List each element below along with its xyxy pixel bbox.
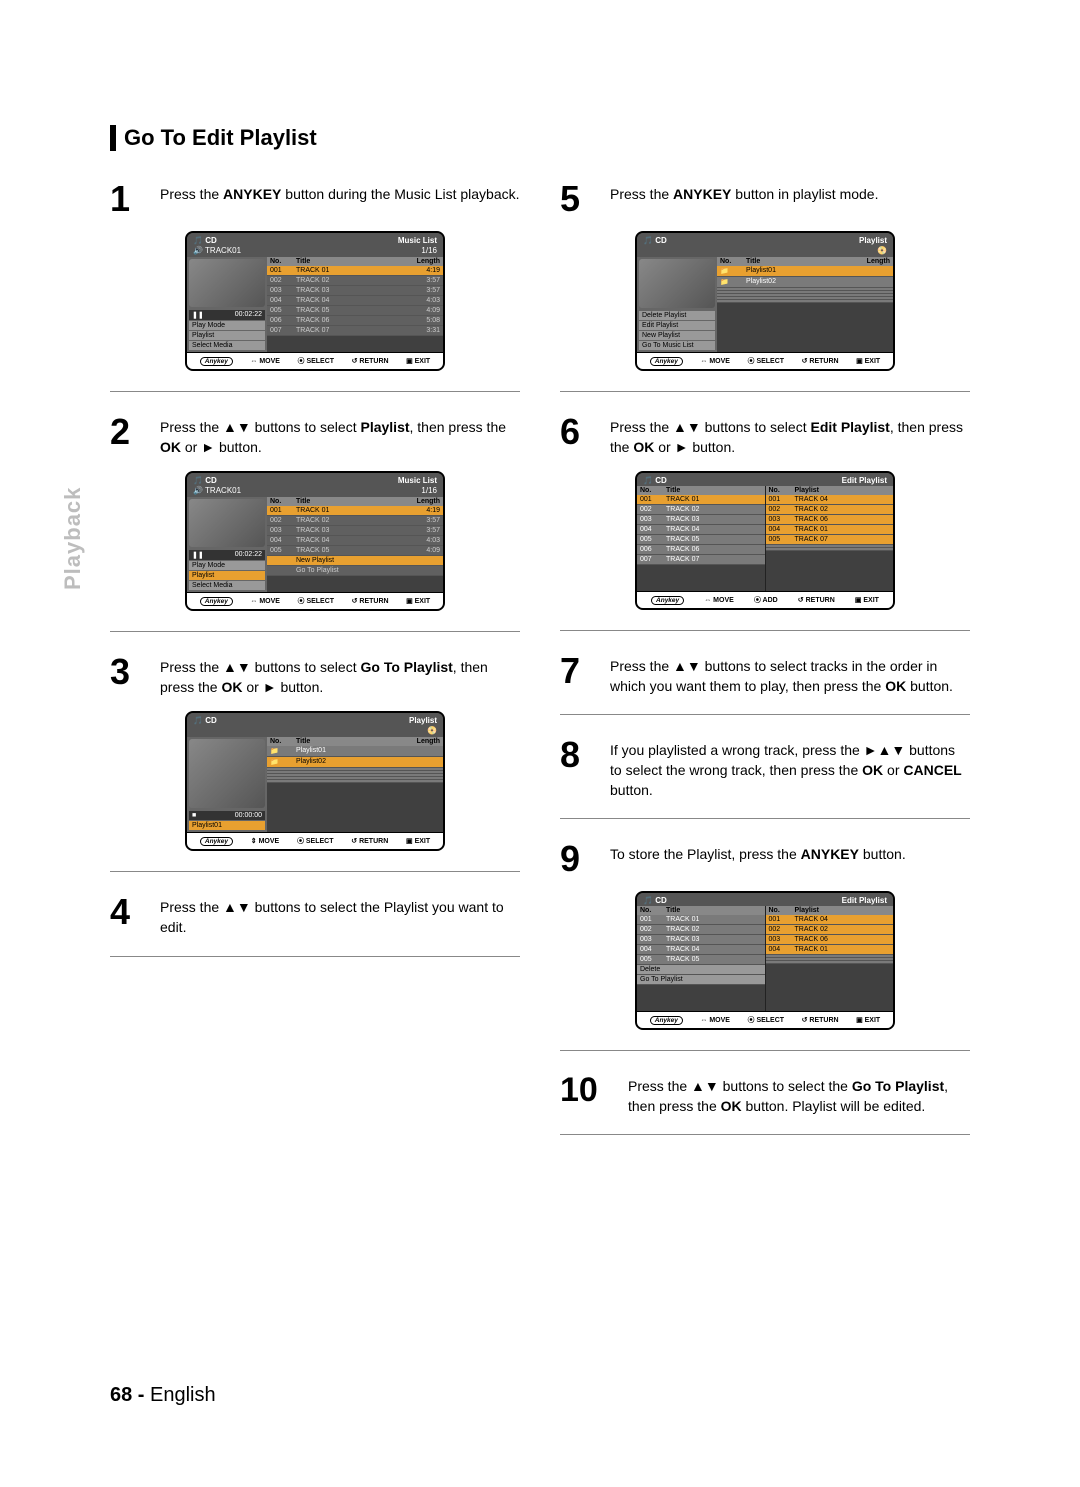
step-7: 7 Press the ▲▼ buttons to select tracks … — [560, 653, 970, 696]
page-content: Go To Edit Playlist 1 Press the ANYKEY b… — [110, 125, 970, 1157]
section-title-text: Go To Edit Playlist — [124, 125, 317, 151]
bar-icon — [110, 125, 116, 151]
right-column: 5 Press the ANYKEY button in playlist mo… — [560, 181, 970, 1157]
ui-edit-playlist-9: 🎵 CDEdit Playlist No.Title 001TRACK 01 0… — [635, 891, 895, 1030]
step-8: 8 If you playlisted a wrong track, press… — [560, 737, 970, 800]
step-9: 9 To store the Playlist, press the ANYKE… — [560, 841, 970, 877]
step-4: 4 Press the ▲▼ buttons to select the Pla… — [110, 894, 520, 937]
ui-music-list-2: 🎵 CDMusic List 🔊 TRACK011/16 ❚❚00:02:22 … — [185, 471, 445, 611]
ui-music-list-1: 🎵 CDMusic List 🔊 TRACK011/16 ❚❚00:02:22 … — [185, 231, 445, 371]
step-1: 1 Press the ANYKEY button during the Mus… — [110, 181, 520, 217]
left-column: 1 Press the ANYKEY button during the Mus… — [110, 181, 520, 1157]
ui-playlist-5: 🎵 CDPlaylist 📀 Delete Playlist Edit Play… — [635, 231, 895, 371]
ui-edit-playlist-6: 🎵 CDEdit Playlist No.Title 001TRACK 01 0… — [635, 471, 895, 610]
step-text: Press the ANYKEY button during the Music… — [160, 181, 520, 217]
step-3: 3 Press the ▲▼ buttons to select Go To P… — [110, 654, 520, 697]
step-num: 1 — [110, 181, 148, 217]
step-6: 6 Press the ▲▼ buttons to select Edit Pl… — [560, 414, 970, 457]
side-tab: Playback — [60, 487, 86, 590]
step-5: 5 Press the ANYKEY button in playlist mo… — [560, 181, 970, 217]
step-10: 10 Press the ▲▼ buttons to select the Go… — [560, 1073, 970, 1116]
page-footer: 68 - English — [110, 1384, 216, 1407]
section-title: Go To Edit Playlist — [110, 125, 970, 151]
ui-playlist-3: 🎵 CDPlaylist 📀 ■00:00:00 Playlist01 No.T… — [185, 711, 445, 851]
step-2: 2 Press the ▲▼ buttons to select Playlis… — [110, 414, 520, 457]
